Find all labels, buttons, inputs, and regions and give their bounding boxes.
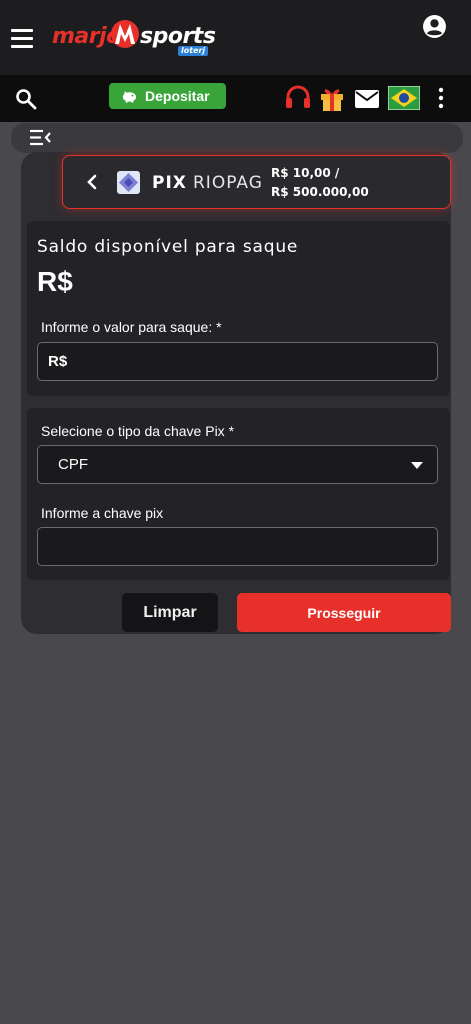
amount-input[interactable]: R$ <box>37 342 438 381</box>
balance-value: R$ <box>37 266 73 297</box>
limit-max: R$ 500.000,00 <box>271 185 369 199</box>
gift-icon[interactable] <box>318 84 346 112</box>
balance-title: Saldo disponível para saque <box>37 237 299 257</box>
piggy-bank-icon <box>122 91 137 103</box>
menu-icon[interactable] <box>11 29 33 48</box>
deposit-button[interactable]: Depositar <box>109 83 226 109</box>
chevron-left-icon[interactable] <box>85 173 99 191</box>
balance-card: Saldo disponível para saque R$ Informe o… <box>27 221 450 396</box>
action-toolbar: Depositar <box>0 75 471 122</box>
clear-button[interactable]: Limpar <box>122 593 218 632</box>
pix-key-type-value: CPF <box>58 456 88 473</box>
pix-logo-icon <box>117 171 140 194</box>
method-limits: R$ 10,00 / R$ 500.000,00 <box>271 164 369 202</box>
pix-key-card: Selecione o tipo da chave Pix * CPF Info… <box>27 408 450 580</box>
collapse-menu-icon[interactable] <box>29 129 51 146</box>
logo-m-icon <box>111 20 139 48</box>
sidebar-toggle-bar[interactable] <box>11 123 463 153</box>
method-name: PIX <box>152 173 187 193</box>
headset-icon[interactable] <box>284 85 312 111</box>
search-icon[interactable] <box>14 87 38 111</box>
limit-min: R$ 10,00 / <box>271 166 340 180</box>
deposit-label: Depositar <box>145 88 210 104</box>
account-icon[interactable] <box>422 14 447 39</box>
top-header: marjo sports loterj <box>0 0 471 75</box>
brazil-flag-icon[interactable] <box>388 86 420 110</box>
mail-icon[interactable] <box>354 89 380 109</box>
pix-key-input[interactable] <box>37 527 438 566</box>
caret-down-icon <box>411 462 423 469</box>
pix-key-label: Informe a chave pix <box>41 505 164 521</box>
payment-method-card[interactable]: PIX RIOPAG R$ 10,00 / R$ 500.000,00 <box>62 155 451 209</box>
more-vertical-icon[interactable] <box>436 87 446 111</box>
proceed-button[interactable]: Prosseguir <box>237 593 451 632</box>
amount-label: Informe o valor para saque: * <box>41 319 222 335</box>
pix-key-type-label: Selecione o tipo da chave Pix * <box>41 423 235 439</box>
pix-key-type-select[interactable]: CPF <box>37 445 438 484</box>
brand-logo[interactable]: marjo sports loterj <box>52 16 216 60</box>
method-provider: RIOPAG <box>193 173 263 193</box>
logo-badge: loterj <box>178 46 209 56</box>
